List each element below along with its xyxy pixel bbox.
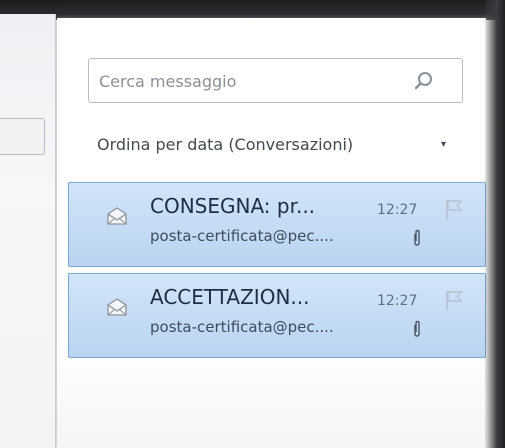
search-input[interactable] [99, 69, 399, 93]
envelope-open-icon [107, 298, 127, 316]
message-item[interactable]: ACCETTAZION... 12:27 posta-certificata@p… [68, 273, 486, 358]
message-sender: posta-certificata@pec.... [150, 318, 334, 336]
message-time: 12:27 [377, 293, 418, 309]
sort-dropdown[interactable]: Ordina per data (Conversazioni) [97, 135, 353, 159]
message-sender: posta-certificata@pec.... [150, 227, 334, 245]
window-right-edge [485, 0, 505, 448]
navigation-pane [0, 14, 56, 448]
flag-icon[interactable] [443, 288, 465, 312]
message-subject: CONSEGNA: pr... [150, 194, 316, 218]
message-subject: ACCETTAZION... [150, 285, 310, 309]
chevron-down-icon[interactable]: ▾ [441, 139, 446, 150]
message-time: 12:27 [377, 202, 418, 218]
flag-icon[interactable] [443, 197, 465, 221]
paperclip-icon [414, 229, 420, 246]
search-box[interactable] [88, 58, 463, 103]
search-icon[interactable] [412, 69, 436, 93]
message-item[interactable]: CONSEGNA: pr... 12:27 posta-certificata@… [68, 182, 486, 267]
window-top-edge [0, 0, 505, 20]
navigation-pane-button[interactable] [0, 118, 45, 155]
paperclip-icon [414, 320, 420, 337]
envelope-open-icon [107, 207, 127, 225]
